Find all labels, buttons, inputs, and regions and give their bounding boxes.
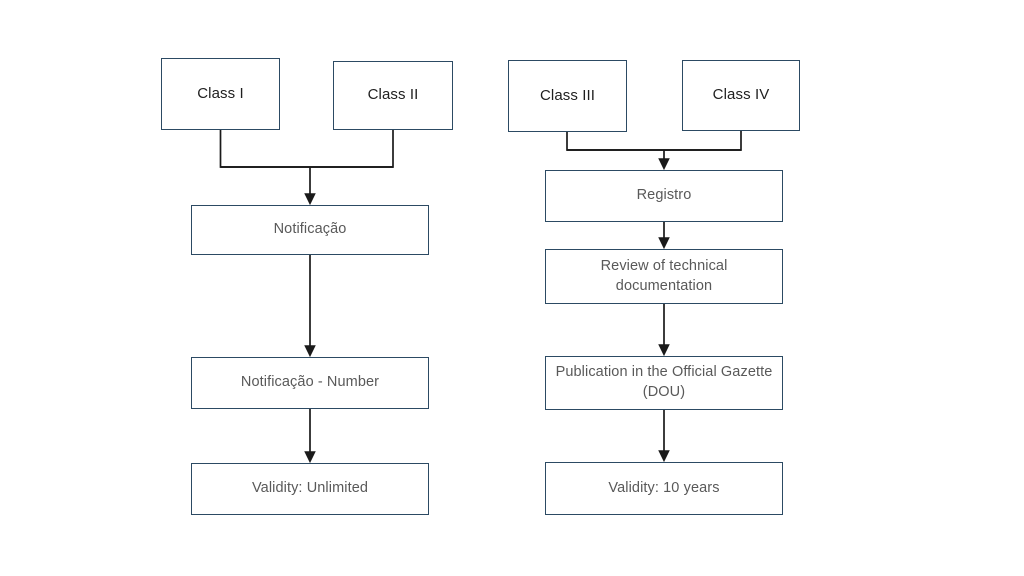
node-class-4-label: Class IV — [712, 86, 770, 104]
node-notificacao[interactable]: Notificação — [191, 205, 429, 255]
node-review-technical-documentation-label: Review of technical documentation — [600, 257, 728, 294]
node-class-4[interactable]: Class IV — [682, 60, 800, 131]
node-notificacao-number-label: Notificação - Number — [240, 374, 380, 391]
node-validity-unlimited[interactable]: Validity: Unlimited — [191, 463, 429, 515]
node-class-1[interactable]: Class I — [161, 58, 280, 130]
edge-class2-to-merge — [220, 130, 394, 168]
node-review-technical-documentation[interactable]: Review of technical documentation — [545, 249, 783, 304]
node-publication-official-gazette-label: Publication in the Official Gazette (DOU… — [555, 364, 773, 400]
node-class-2-label: Class II — [367, 86, 419, 104]
node-class-3-label: Class III — [539, 86, 596, 104]
node-registro[interactable]: Registro — [545, 170, 783, 222]
node-validity-10-years[interactable]: Validity: 10 years — [545, 462, 783, 515]
node-publication-official-gazette[interactable]: Publication in the Official Gazette (DOU… — [545, 356, 783, 410]
node-class-2[interactable]: Class II — [333, 61, 453, 130]
node-notificacao-label: Notificação — [273, 221, 347, 238]
edge-class4-to-merge — [567, 131, 742, 151]
node-registro-label: Registro — [636, 187, 692, 204]
edge-class1-to-merge — [219, 130, 393, 168]
node-validity-10-years-label: Validity: 10 years — [608, 479, 720, 496]
node-class-3[interactable]: Class III — [508, 60, 627, 132]
node-class-1-label: Class I — [197, 84, 244, 102]
node-validity-unlimited-label: Validity: Unlimited — [251, 480, 369, 497]
node-notificacao-number[interactable]: Notificação - Number — [191, 357, 429, 409]
edge-class3-to-merge — [566, 132, 741, 151]
flowchart-diagram: Class I Class II Notificação Notificação… — [0, 0, 1024, 576]
